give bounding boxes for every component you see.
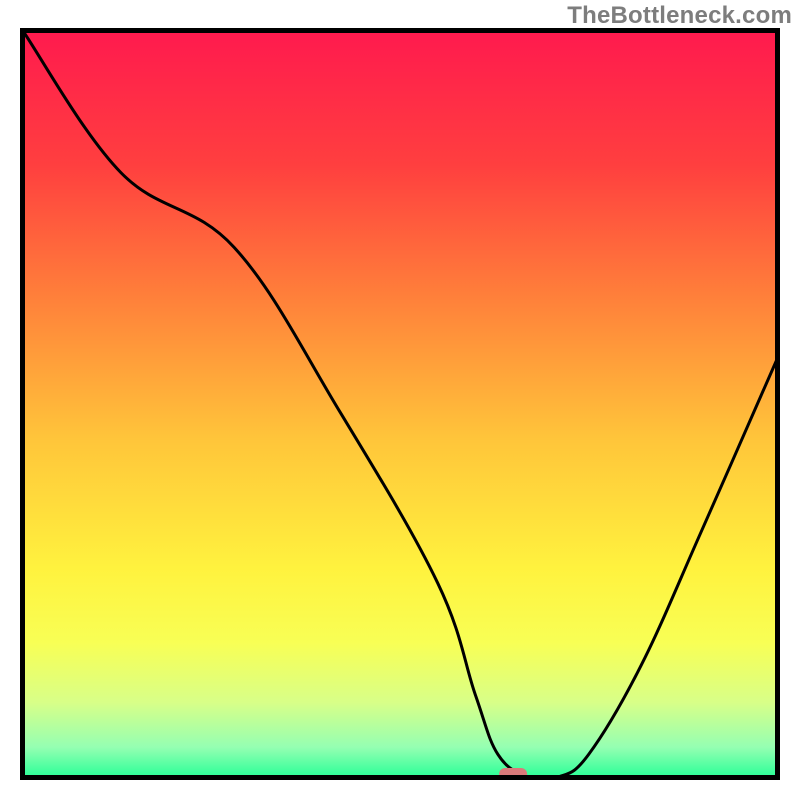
plot-frame [20,28,780,780]
bottleneck-chart [20,28,780,780]
chart-container: TheBottleneck.com [0,0,800,800]
chart-background [23,31,777,777]
watermark-text: TheBottleneck.com [567,2,792,30]
